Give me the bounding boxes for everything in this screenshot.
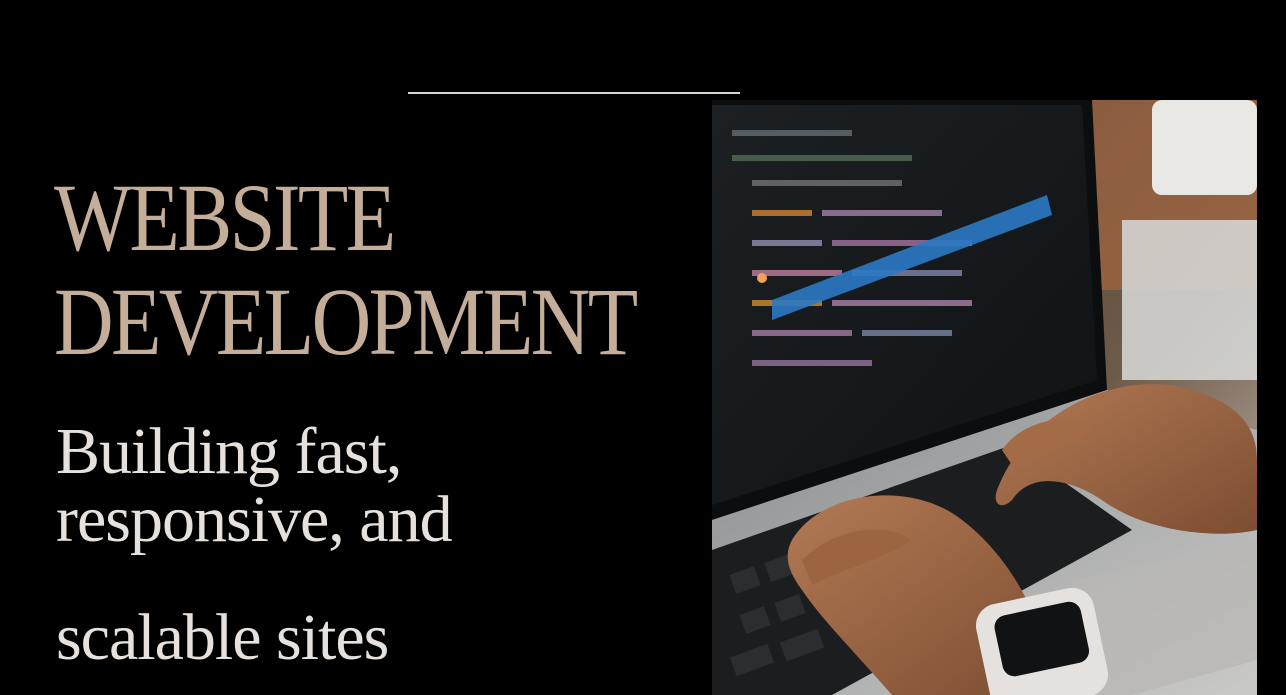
top-divider-line: [408, 92, 740, 94]
tagline-line-3: scalable sites: [56, 601, 389, 674]
laptop-illustration: [712, 100, 1257, 695]
title-line-1: WEBSITE: [54, 164, 396, 271]
laptop-coding-photo: [712, 100, 1257, 695]
title-line-2: DEVELOPMENT: [54, 268, 638, 375]
page-title: WEBSITE DEVELOPMENT: [54, 164, 638, 375]
tagline: Building fast, responsive, and scalable …: [56, 415, 453, 674]
tagline-line-1: Building fast,: [56, 415, 402, 488]
tagline-line-2: responsive, and: [56, 483, 453, 556]
